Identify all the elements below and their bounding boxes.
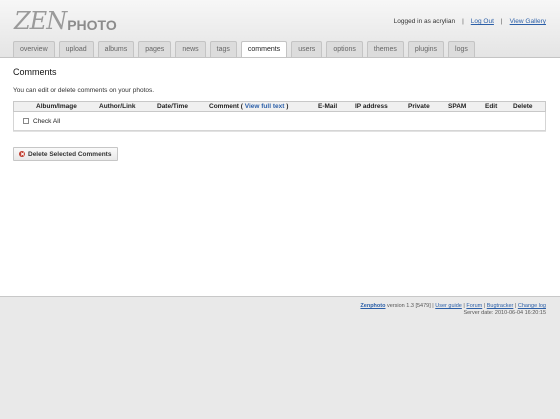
tab-logs[interactable]: logs [448, 41, 475, 57]
tab-overview[interactable]: overview [13, 41, 55, 57]
column-private: Private [408, 103, 430, 110]
tab-plugins[interactable]: plugins [407, 41, 445, 57]
tab-themes[interactable]: themes [366, 41, 404, 57]
server-date: Server date: 2010-06-04 16:20:15 [463, 310, 546, 316]
tab-upload[interactable]: upload [58, 41, 94, 57]
user-guide-link[interactable]: User guide [435, 303, 462, 309]
bugtracker-link[interactable]: Bugtracker [487, 303, 514, 309]
page-title: Comments [13, 67, 57, 77]
column-author-link[interactable]: Author/Link [99, 103, 135, 110]
logged-in-text: Logged in as acrylian [393, 18, 456, 25]
version-text: version 1.3 [5479] [387, 303, 431, 309]
zenphoto-logo[interactable]: ZEN PHOTO [14, 9, 117, 33]
logo-zen-text: ZEN [14, 7, 67, 35]
view-full-text-link[interactable]: View full text [245, 103, 285, 110]
intro-text: You can edit or delete comments on your … [13, 87, 155, 94]
divider [13, 131, 546, 132]
column-ip-address[interactable]: IP address [355, 103, 388, 110]
tab-albums[interactable]: albums [97, 41, 135, 57]
logout-link[interactable]: Log Out [471, 18, 494, 25]
zenphoto-link[interactable]: Zenphoto [360, 303, 385, 309]
column-email[interactable]: E-Mail [318, 103, 337, 110]
tab-news[interactable]: news [175, 41, 206, 57]
check-all-checkbox[interactable] [23, 118, 29, 124]
tab-pages[interactable]: pages [138, 41, 172, 57]
separator: | [462, 18, 464, 25]
forum-link[interactable]: Forum [466, 303, 482, 309]
check-all-label[interactable]: Check All [33, 118, 60, 125]
changelog-link[interactable]: Change log [518, 303, 546, 309]
column-album-image[interactable]: Album/Image [36, 103, 77, 110]
column-comment-label: Comment ( [209, 103, 243, 110]
tab-options[interactable]: options [326, 41, 363, 57]
column-edit: Edit [485, 103, 498, 110]
x-circle-icon [19, 151, 25, 157]
column-date-time[interactable]: Date/Time [157, 103, 188, 110]
check-all-row: Check All [13, 112, 546, 131]
tab-tags[interactable]: tags [209, 41, 237, 57]
comments-table-header: Album/Image Author/Link Date/Time Commen… [13, 101, 546, 112]
view-gallery-link[interactable]: View Gallery [510, 18, 546, 25]
column-delete: Delete [513, 103, 533, 110]
footer: Zenphoto version 1.3 [5479] | User guide… [360, 303, 546, 317]
footer-links: Zenphoto version 1.3 [5479] | User guide… [360, 303, 546, 309]
tab-users[interactable]: users [291, 41, 323, 57]
admin-tabs: overview upload albums pages news tags c… [13, 41, 475, 58]
tab-comments[interactable]: comments [240, 41, 288, 58]
column-comment-close: ) [286, 103, 289, 110]
separator: | [500, 18, 503, 25]
logo-photo-text: PHOTO [67, 17, 117, 33]
delete-selected-button[interactable]: Delete Selected Comments [13, 147, 119, 161]
column-spam: SPAM [448, 103, 467, 110]
user-links: Logged in as acrylian | Log Out | View G… [394, 18, 546, 25]
column-comment: Comment ( View full text ) [209, 103, 288, 110]
delete-selected-label: Delete Selected Comments [28, 150, 112, 158]
content-panel: Comments You can edit or delete comments… [0, 57, 560, 297]
